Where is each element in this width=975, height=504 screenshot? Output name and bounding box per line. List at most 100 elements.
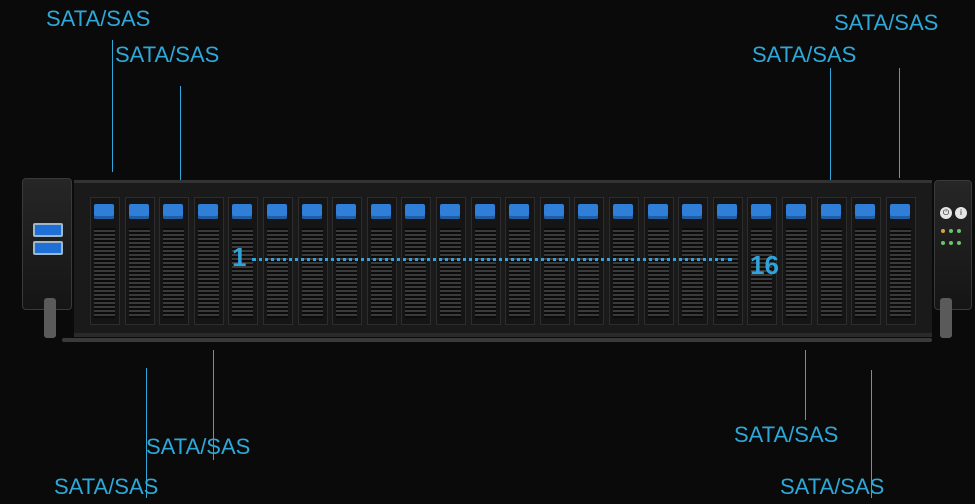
leader-line (146, 368, 147, 498)
drive-vent (474, 228, 496, 318)
drive-bay[interactable] (297, 197, 328, 325)
drive-bay[interactable] (609, 197, 639, 325)
drive-vent (647, 228, 669, 318)
drive-bay[interactable] (159, 197, 190, 325)
drive-latch-icon[interactable] (820, 204, 841, 219)
drive-bay[interactable] (816, 197, 847, 325)
drive-vent (820, 228, 842, 318)
leader-line (871, 370, 872, 498)
drive-bay[interactable] (574, 197, 605, 325)
drive-bay[interactable] (470, 197, 501, 325)
drive-latch-icon[interactable] (786, 204, 806, 219)
leader-line (180, 86, 181, 180)
power-button-icon[interactable]: ⏻ (940, 207, 952, 219)
drive-bay[interactable] (712, 197, 743, 325)
drive-bay[interactable] (782, 197, 812, 325)
label-sata-sas-bottom-left-2: SATA/SAS (54, 474, 159, 499)
drive-vent (301, 228, 323, 318)
drive-latch-icon[interactable] (474, 204, 495, 219)
label-sata-sas-bottom-left-1: SATA/SAS (146, 434, 251, 459)
drive-latch-icon[interactable] (578, 204, 599, 219)
bay-range-start: 1 (232, 242, 247, 272)
drive-vent (197, 228, 219, 318)
drive-vent (543, 228, 565, 318)
drive-bay[interactable] (332, 197, 363, 325)
drive-latch-icon[interactable] (716, 204, 737, 219)
label-sata-sas-top-right-2: SATA/SAS (752, 42, 857, 67)
status-led-icon (941, 229, 945, 233)
label-sata-sas-top-left-1: SATA/SAS (46, 6, 151, 31)
id-button-icon[interactable]: i (955, 207, 967, 219)
drive-latch-icon[interactable] (301, 204, 322, 219)
drive-bay[interactable] (678, 197, 709, 325)
drive-vent (336, 228, 358, 318)
drive-latch-icon[interactable] (405, 204, 426, 219)
drive-latch-icon[interactable] (94, 204, 114, 219)
drive-latch-icon[interactable] (267, 204, 287, 219)
drive-bay[interactable] (90, 197, 120, 325)
drive-vent (855, 228, 877, 318)
drive-bay[interactable] (436, 197, 466, 325)
drive-bay[interactable] (851, 197, 882, 325)
usb-port-icon[interactable] (33, 241, 63, 255)
drive-bay[interactable] (401, 197, 432, 325)
drive-vent (370, 228, 392, 318)
status-led-icon (949, 229, 953, 233)
left-rack-ear (22, 178, 72, 310)
drive-latch-icon[interactable] (163, 204, 184, 219)
status-led-icon (949, 241, 953, 245)
drive-latch-icon[interactable] (613, 204, 633, 219)
drive-latch-icon[interactable] (889, 204, 910, 219)
leader-line (899, 68, 900, 178)
drive-bay[interactable] (539, 197, 570, 325)
bottom-rail (62, 338, 932, 342)
drive-vent (163, 228, 185, 318)
drive-bay[interactable] (366, 197, 397, 325)
label-sata-sas-top-right-1: SATA/SAS (834, 10, 939, 35)
drive-latch-icon[interactable] (682, 204, 703, 219)
drive-vent (440, 228, 461, 318)
usb-port-icon[interactable] (33, 223, 63, 237)
right-handle[interactable] (940, 298, 952, 338)
drive-bay[interactable] (885, 197, 916, 325)
drive-latch-icon[interactable] (370, 204, 391, 219)
drive-vent (128, 228, 150, 318)
drive-vent (786, 228, 807, 318)
drive-bay[interactable] (643, 197, 674, 325)
drive-latch-icon[interactable] (855, 204, 876, 219)
drive-latch-icon[interactable] (543, 204, 564, 219)
drive-vent (509, 228, 531, 318)
label-sata-sas-bottom-right-2: SATA/SAS (780, 474, 885, 499)
drive-latch-icon[interactable] (440, 204, 460, 219)
drive-latch-icon[interactable] (647, 204, 668, 219)
drive-latch-icon[interactable] (128, 204, 149, 219)
left-handle[interactable] (44, 298, 56, 338)
drive-vent (578, 228, 600, 318)
drive-latch-icon[interactable] (197, 204, 218, 219)
drive-latch-icon[interactable] (336, 204, 357, 219)
drive-bay[interactable] (124, 197, 155, 325)
drive-vent (267, 228, 288, 318)
drive-vent (716, 228, 738, 318)
status-led-icon (957, 229, 961, 233)
leader-line (830, 68, 831, 184)
drive-latch-icon[interactable] (751, 204, 772, 219)
bay-range-dotted-line (252, 258, 732, 261)
label-sata-sas-bottom-right-1: SATA/SAS (734, 422, 839, 447)
drive-bay[interactable] (263, 197, 293, 325)
leader-line (213, 350, 214, 460)
drive-bay[interactable] (505, 197, 536, 325)
server-chassis: ⏻ i (22, 178, 972, 350)
leader-line (805, 350, 806, 420)
drive-bay[interactable] (193, 197, 224, 325)
drive-vent (405, 228, 427, 318)
leader-line (112, 40, 113, 172)
right-rack-ear: ⏻ i (934, 180, 972, 310)
status-led-icon (957, 241, 961, 245)
drive-vent (682, 228, 704, 318)
drive-latch-icon[interactable] (509, 204, 530, 219)
drive-vent (889, 228, 911, 318)
drive-latch-icon[interactable] (232, 204, 253, 219)
drive-vent (613, 228, 634, 318)
bay-range-end: 16 (750, 250, 779, 280)
